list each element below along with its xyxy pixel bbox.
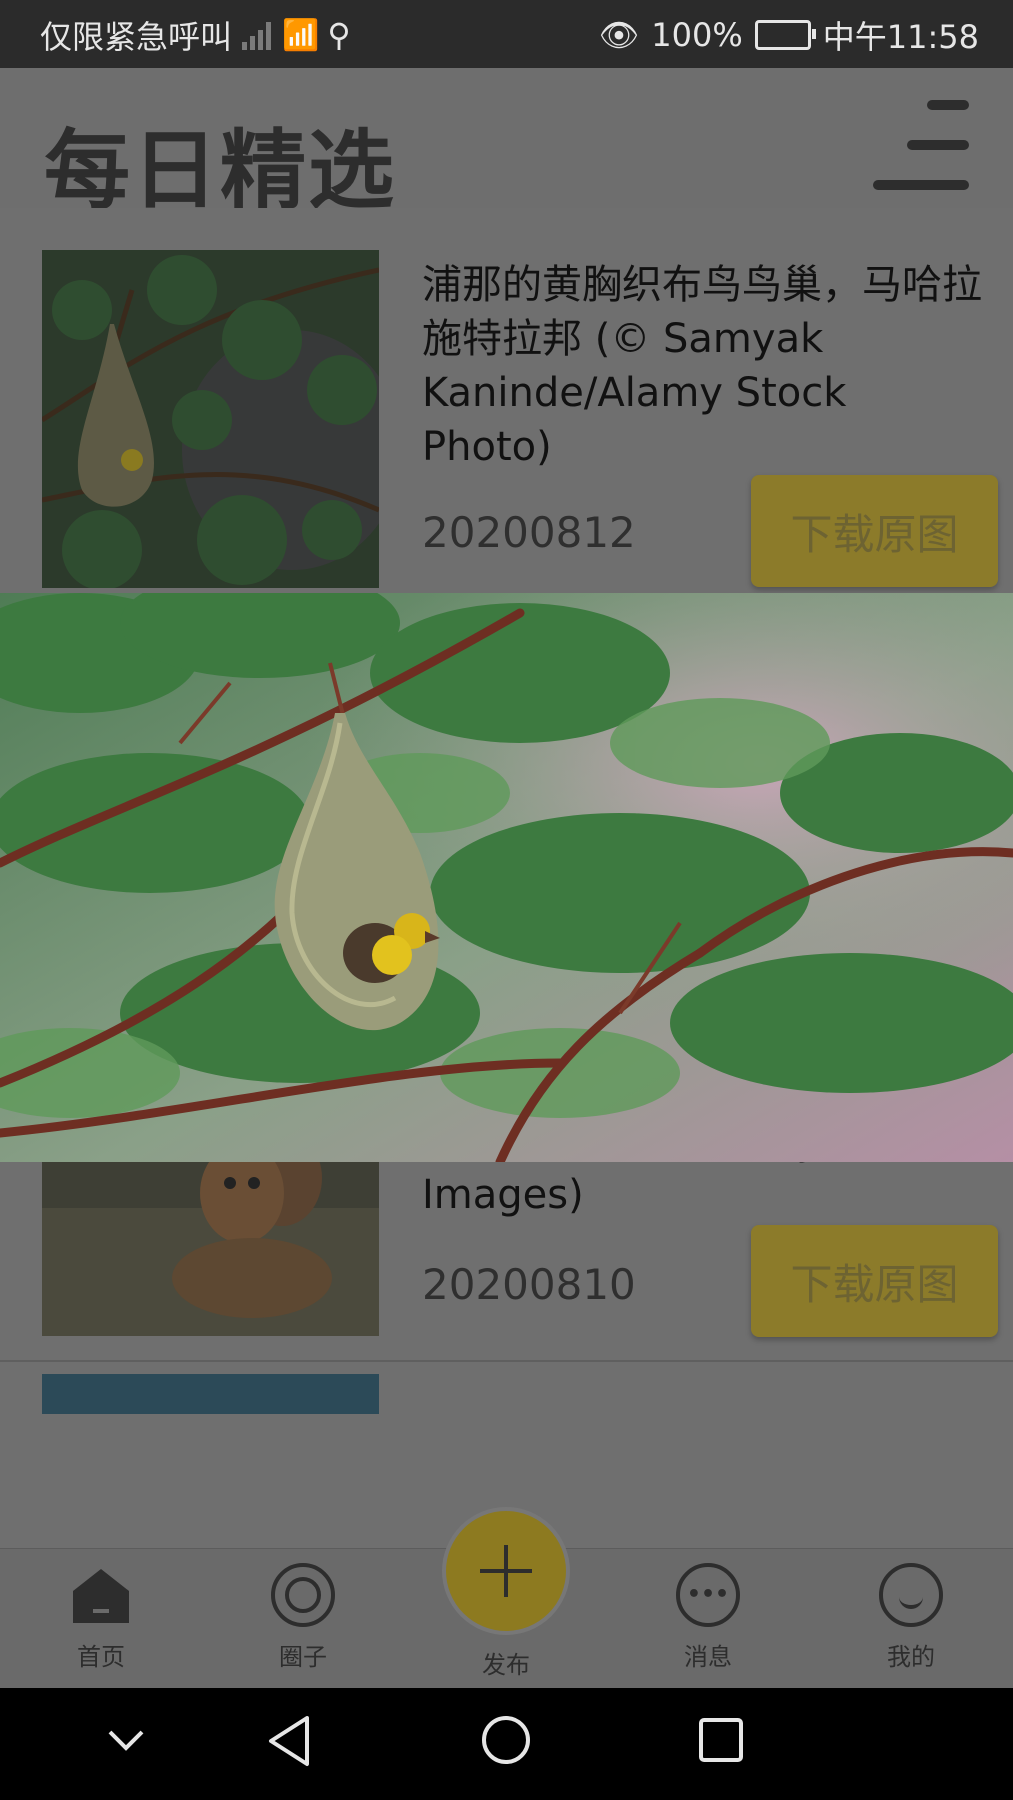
item-date: 20200810 bbox=[422, 1260, 636, 1309]
publish-fab-button[interactable] bbox=[442, 1507, 570, 1635]
nav-item-home[interactable]: 首页 bbox=[41, 1563, 161, 1672]
battery-percent: 100% bbox=[651, 16, 743, 54]
image-preview-popup[interactable] bbox=[0, 593, 1013, 1162]
list-divider bbox=[0, 1360, 1013, 1362]
download-button[interactable]: 下载原图 bbox=[751, 475, 998, 587]
status-right: 👁 100% 中午11:58 bbox=[599, 12, 979, 58]
collapse-icon[interactable] bbox=[106, 1726, 146, 1756]
download-button[interactable]: 下载原图 bbox=[751, 1225, 998, 1337]
nav-label: 消息 bbox=[684, 1643, 732, 1671]
home-button-icon[interactable] bbox=[480, 1714, 532, 1766]
item-caption: 浦那的黄胸织布鸟鸟巢，马哈拉施特拉邦 (© Samyak Kaninde/Ala… bbox=[422, 262, 982, 470]
item-thumbnail[interactable] bbox=[42, 1374, 379, 1414]
battery-icon bbox=[754, 20, 816, 50]
circle-icon bbox=[271, 1563, 335, 1627]
nav-item-circle[interactable]: 圈子 bbox=[243, 1563, 363, 1672]
clock: 中午11:58 bbox=[822, 18, 979, 56]
system-navigation-bar bbox=[0, 1688, 1013, 1800]
wifi-icon: 📶 bbox=[282, 17, 320, 53]
status-left: 仅限紧急呼叫 📶 ⚲ bbox=[40, 12, 351, 58]
eye-comfort-icon: 👁 bbox=[598, 16, 640, 54]
nav-label: 我的 bbox=[887, 1643, 935, 1671]
usb-icon: ⚲ bbox=[327, 16, 351, 54]
emergency-call-text: 仅限紧急呼叫 bbox=[40, 18, 233, 56]
plus-icon bbox=[480, 1545, 532, 1597]
nav-label: 圈子 bbox=[279, 1643, 327, 1671]
app-header: 每日精选 bbox=[0, 68, 1013, 221]
status-bar: 仅限紧急呼叫 📶 ⚲ 👁 100% 中午11:58 bbox=[0, 0, 1013, 68]
profile-icon bbox=[879, 1563, 943, 1627]
menu-icon[interactable] bbox=[865, 90, 969, 192]
nav-item-messages[interactable]: ••• 消息 bbox=[648, 1563, 768, 1672]
nav-item-profile[interactable]: 我的 bbox=[851, 1563, 971, 1672]
item-date: 20200812 bbox=[422, 508, 636, 557]
nav-item-publish[interactable]: 发布 bbox=[446, 1635, 566, 1680]
list-item: 浦那的黄胸织布鸟鸟巢，马哈拉施特拉邦 (© Samyak Kaninde/Ala… bbox=[0, 208, 1013, 593]
home-icon bbox=[69, 1563, 133, 1627]
back-icon[interactable] bbox=[265, 1714, 313, 1768]
item-thumbnail[interactable] bbox=[42, 250, 379, 588]
page-title: 每日精选 bbox=[44, 121, 396, 221]
nav-label: 发布 bbox=[482, 1651, 530, 1679]
message-icon: ••• bbox=[676, 1563, 740, 1627]
nav-label: 首页 bbox=[77, 1643, 125, 1671]
signal-icon bbox=[240, 20, 274, 50]
recents-icon[interactable] bbox=[697, 1716, 745, 1764]
